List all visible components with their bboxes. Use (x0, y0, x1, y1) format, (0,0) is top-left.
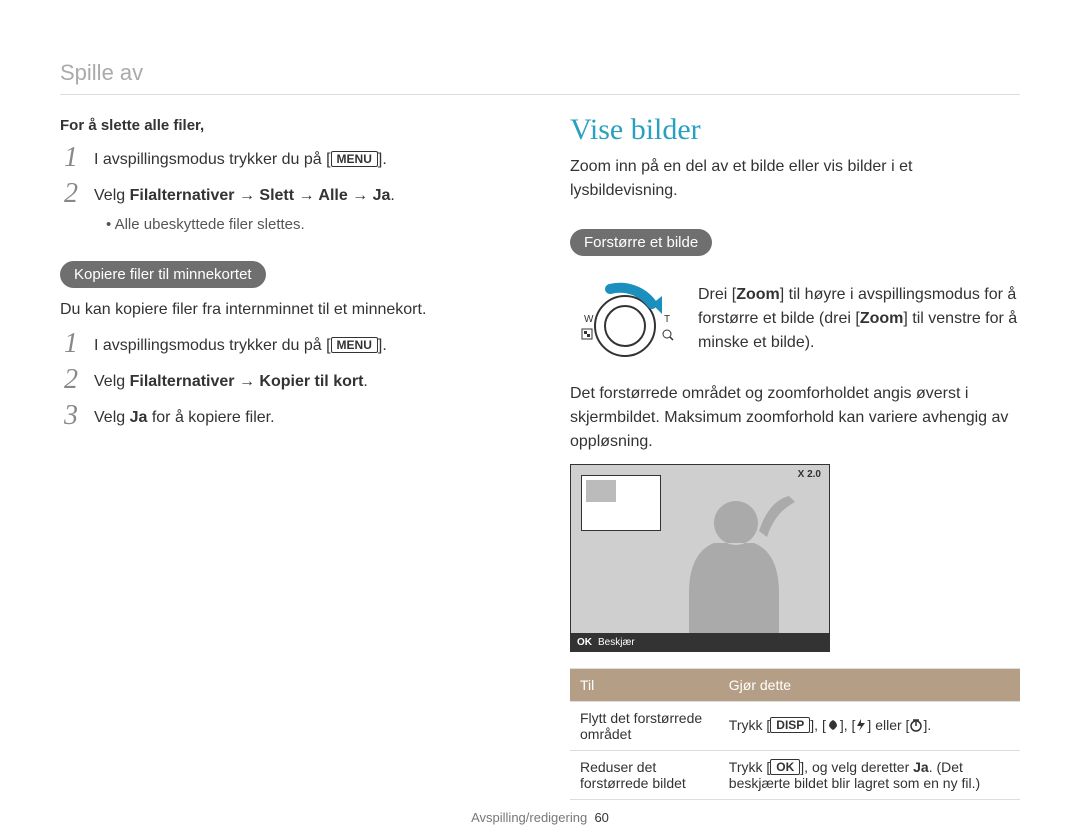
step-text: for å kopiere filer. (147, 409, 274, 426)
step-bold: Filalternativer → Slett → Alle → Ja (130, 187, 391, 204)
row-do: Trykk [DISP], [], [] eller []. (719, 702, 1020, 751)
step-number: 2 (60, 366, 82, 394)
right-column: Vise bilder Zoom inn på en del av et bil… (570, 113, 1020, 800)
table-row: Flytt det forstørrede området Trykk [DIS… (570, 702, 1020, 751)
step-number: 3 (60, 402, 82, 430)
actions-table: Til Gjør dette Flytt det forstørrede omr… (570, 668, 1020, 800)
table-header-to: Til (570, 669, 719, 702)
step-number: 2 (60, 180, 82, 208)
section-intro: Zoom inn på en del av et bilde eller vis… (570, 155, 1020, 203)
page-number: 60 (594, 810, 608, 825)
copy-pill: Kopiere filer til minnekortet (60, 261, 266, 288)
crop-bar: OK Beskjær (571, 633, 829, 651)
step-bold: Ja (130, 409, 148, 426)
table-header-do: Gjør dette (719, 669, 1020, 702)
section-title: Vise bilder (570, 113, 1020, 147)
copy-step-1: 1 I avspillingsmodus trykker du på [MENU… (60, 330, 510, 358)
macro-icon (826, 718, 840, 735)
copy-step-2: 2 Velg Filalternativer → Kopier til kort… (60, 366, 510, 394)
delete-step-2: 2 Velg Filalternativer → Slett → Alle → … (60, 180, 510, 208)
svg-text:W: W (584, 314, 594, 325)
step-bold: Filalternativer → Kopier til kort (130, 373, 364, 390)
delete-all-title: For å slette alle filer, (60, 117, 510, 134)
row-do: Trykk [OK], og velg deretter Ja. (Det be… (719, 751, 1020, 800)
step-number: 1 (60, 330, 82, 358)
left-column: For å slette alle filer, 1 I avspillings… (60, 113, 510, 800)
svg-text:T: T (664, 314, 670, 325)
timer-icon (909, 718, 923, 735)
step-text: . (363, 373, 367, 390)
zoom-area-indicator (581, 475, 661, 531)
table-row: Reduser det forstørrede bildet Trykk [OK… (570, 751, 1020, 800)
step-text: Velg (94, 373, 130, 390)
flash-icon (855, 718, 867, 735)
delete-note-bullet: Alle ubeskyttede filer slettes. (106, 216, 510, 233)
header-breadcrumb: Spille av (60, 60, 1020, 95)
zoom-note: Det forstørrede området og zoomforholdet… (570, 382, 1020, 454)
step-text: I avspillingsmodus trykker du på [ (94, 151, 331, 168)
row-to: Reduser det forstørrede bildet (570, 751, 719, 800)
silhouette-image (651, 481, 821, 651)
page-footer: Avspilling/redigering 60 (60, 810, 1020, 825)
copy-description: Du kan kopiere filer fra internminnet ti… (60, 298, 510, 322)
row-to: Flytt det forstørrede området (570, 702, 719, 751)
zoomed-preview: X 2.0 OK Beskjær (570, 464, 830, 652)
step-text: I avspillingsmodus trykker du på [ (94, 337, 331, 354)
zoom-ratio-label: X 2.0 (798, 469, 821, 480)
enlarge-pill: Forstørre et bilde (570, 229, 712, 256)
copy-step-3: 3 Velg Ja for å kopiere filer. (60, 402, 510, 430)
menu-button-icon: MENU (331, 337, 378, 353)
step-text: ]. (378, 337, 387, 354)
step-text: Velg (94, 187, 130, 204)
step-text: ]. (378, 151, 387, 168)
step-text: . (390, 187, 394, 204)
crop-label: Beskjær (598, 637, 635, 648)
disp-button-icon: DISP (770, 717, 810, 733)
zoom-instruction: Drei [Zoom] til høyre i avspillingsmodus… (698, 283, 1020, 355)
ok-button-icon: OK (770, 759, 800, 775)
menu-button-icon: MENU (331, 151, 378, 167)
ok-icon: OK (577, 637, 592, 648)
step-number: 1 (60, 144, 82, 172)
footer-section: Avspilling/redigering (471, 810, 587, 825)
zoom-dial-icon: W T (570, 274, 680, 364)
step-text: Velg (94, 409, 130, 426)
delete-step-1: 1 I avspillingsmodus trykker du på [MENU… (60, 144, 510, 172)
